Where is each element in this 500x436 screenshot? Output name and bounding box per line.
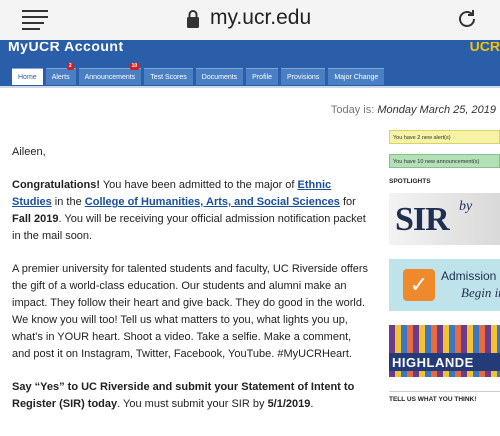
tell-us-heading[interactable]: TELL US WHAT YOU THINK! xyxy=(389,391,500,403)
checkmark-icon: ✓ xyxy=(403,269,435,301)
sir-text: . You must submit your SIR by xyxy=(117,398,265,410)
tab-label: Profile xyxy=(252,74,273,81)
sir-paragraph: Say “Yes” to UC Riverside and submit you… xyxy=(12,379,372,413)
tab-label: Major Change xyxy=(334,74,379,81)
browser-address-bar: my.ucr.edu xyxy=(0,0,500,40)
alerts-notice[interactable]: You have 2 new alert(s) xyxy=(389,130,500,144)
tab-test-scores[interactable]: Test Scores xyxy=(144,68,193,85)
header-divider xyxy=(0,86,500,88)
tab-label: Test Scores xyxy=(150,74,187,81)
admission-promo-banner[interactable]: ✓ Admission Begin in xyxy=(389,259,500,311)
tab-provisions[interactable]: Provisions xyxy=(281,68,326,85)
admitted-text: You have been admitted to the major of xyxy=(102,179,295,191)
sir-promo-title: SIR xyxy=(395,201,450,238)
spotlights-heading: SPOTLIGHTS xyxy=(389,178,431,185)
tab-label: Alerts xyxy=(51,74,70,81)
admission-promo-line1: Admission xyxy=(441,269,497,283)
lock-icon xyxy=(187,10,199,28)
sir-promo-banner[interactable]: SIR by xyxy=(389,193,500,245)
reload-icon[interactable] xyxy=(456,8,478,30)
site-header: MyUCR Account UCR Home Alerts 2 Announcemen… xyxy=(0,40,500,86)
tab-label: Home xyxy=(18,74,37,81)
tab-label: Documents xyxy=(201,74,238,81)
announcements-notice[interactable]: You have 10 new announcement(s) xyxy=(389,154,500,168)
greeting: Aileen, xyxy=(12,146,46,158)
nav-tabs: Home Alerts 2 Announcements 10 Test Scores Doc… xyxy=(12,63,385,85)
brand-title: MyUCR Account xyxy=(8,42,124,54)
admission-promo-line2: Begin in xyxy=(461,285,500,300)
date-value: Monday March 25, 2019 xyxy=(377,104,496,116)
congrats-heading: Congratulations! xyxy=(12,179,100,191)
highlander-promo-text: HIGHLANDE xyxy=(392,355,474,370)
today-date: Today is: Monday March 25, 2019 xyxy=(331,104,496,116)
in-the-text: in the xyxy=(54,196,82,208)
term-text: Fall 2019 xyxy=(12,213,59,225)
sir-deadline: 5/1/2019 xyxy=(267,398,311,410)
date-prefix: Today is: xyxy=(330,104,375,116)
hamburger-icon[interactable] xyxy=(22,10,48,30)
tab-profile[interactable]: Profile xyxy=(246,68,279,85)
notification-badge: 10 xyxy=(129,63,140,70)
intro-paragraph: A premier university for talented studen… xyxy=(12,263,369,360)
tab-home[interactable]: Home xyxy=(12,68,43,85)
highlander-promo-banner[interactable]: HIGHLANDE xyxy=(389,325,500,377)
for-text: for xyxy=(342,196,356,208)
url-text[interactable]: my.ucr.edu xyxy=(210,6,311,30)
tab-label: Announcements xyxy=(84,74,136,81)
admission-message: Aileen, Congratulations! You have been a… xyxy=(12,144,372,429)
tab-documents[interactable]: Documents xyxy=(195,68,244,85)
brand-logo-right: UCR xyxy=(469,42,500,54)
congrats-paragraph: Congratulations! You have been admitted … xyxy=(12,177,372,245)
packet-text: . You will be receiving your official ad… xyxy=(12,213,366,242)
right-sidebar: You have 2 new alert(s) You have 10 new … xyxy=(389,130,500,403)
tab-alerts[interactable]: Alerts 2 xyxy=(45,63,76,85)
tab-label: Provisions xyxy=(287,74,320,81)
notification-badge: 2 xyxy=(66,63,74,70)
sir-promo-by: by xyxy=(459,199,473,214)
college-link[interactable]: College of Humanities, Arts, and Social … xyxy=(85,196,340,208)
tab-announcements[interactable]: Announcements 10 xyxy=(78,63,142,85)
sir-end: . xyxy=(310,398,314,410)
tab-major-change[interactable]: Major Change xyxy=(328,68,385,85)
